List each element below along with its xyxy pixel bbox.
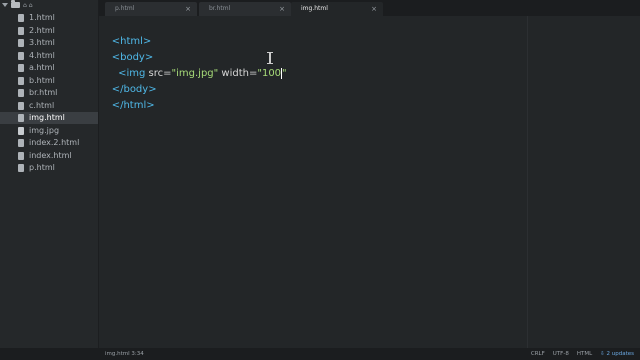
file-name: 1.html — [29, 13, 55, 22]
file-item-br-html[interactable]: br.html — [0, 87, 98, 99]
status-left: img.html 3:34 — [105, 348, 144, 360]
file-name: img.jpg — [29, 125, 60, 135]
tab-bar: p.html × br.html × img.html × — [99, 0, 640, 16]
tab-p-html[interactable]: p.html × — [105, 2, 197, 16]
tab-label: p.html — [115, 5, 135, 12]
file-item-3-html[interactable]: 3.html — [0, 37, 98, 49]
project-name: ⌂ ⌂ — [23, 1, 33, 9]
code-line: <img src="img.jpg" width="100" — [99, 50, 287, 79]
tab-br-html[interactable]: br.html × — [199, 2, 291, 16]
file-icon — [18, 76, 24, 85]
file-item-img-html[interactable]: img.html — [0, 112, 98, 124]
bracket: </ — [111, 100, 124, 111]
code-line: <html> — [99, 18, 152, 47]
file-item-img-jpg[interactable]: img.jpg — [0, 125, 98, 137]
file-icon — [18, 26, 24, 35]
grammar-selector[interactable]: HTML — [577, 348, 592, 360]
file-name: b.html — [29, 75, 55, 85]
file-icon — [18, 164, 24, 172]
tab-img-html[interactable]: img.html × — [291, 2, 383, 16]
file-name: 4.html — [29, 50, 55, 60]
tab-label: img.html — [301, 5, 328, 12]
status-bar: img.html 3:34 CRLF UTF-8 HTML ⇩ 2 update… — [0, 348, 640, 360]
attribute-value: "100 — [257, 68, 282, 79]
code-line: </html> — [99, 82, 155, 111]
updates-indicator[interactable]: ⇩ 2 updates — [600, 348, 634, 360]
file-item-a-html[interactable]: a.html — [0, 62, 98, 74]
wrap-guide — [527, 16, 528, 348]
folder-icon — [11, 0, 20, 8]
code-line: <body> — [99, 34, 154, 63]
image-file-icon — [18, 126, 24, 135]
file-icon — [18, 151, 24, 160]
mouse-ibeam-icon — [267, 52, 273, 64]
file-name: index.html — [29, 150, 72, 160]
collapse-arrow-icon[interactable] — [2, 3, 8, 7]
file-icon — [18, 101, 24, 110]
close-icon[interactable]: × — [279, 2, 285, 16]
file-name: 2.html — [29, 25, 55, 35]
file-item-1-html[interactable]: 1.html — [0, 12, 98, 24]
file-name: p.html — [29, 163, 55, 172]
tag-name: html — [123, 100, 147, 111]
file-item-index-2-html[interactable]: index.2.html — [0, 137, 98, 149]
tree-view: ⌂ ⌂ 1.html 2.html 3.html 4.html a.html b… — [0, 0, 99, 360]
status-file-name[interactable]: img.html — [105, 351, 130, 357]
tab-label: br.html — [209, 5, 231, 12]
project-root[interactable]: ⌂ ⌂ — [2, 0, 33, 10]
attribute-value: "img.jpg" — [171, 68, 219, 79]
file-icon — [18, 114, 24, 122]
file-name: 3.html — [29, 38, 55, 47]
cursor-position[interactable]: 3:34 — [131, 351, 143, 357]
file-name: br.html — [29, 88, 58, 97]
file-item-p-html[interactable]: p.html — [0, 162, 98, 174]
code-line: </body> — [99, 66, 157, 95]
file-icon — [18, 51, 24, 60]
close-icon[interactable]: × — [371, 2, 377, 16]
code-editor[interactable]: <html> <body> <img src="img.jpg" width="… — [99, 16, 640, 348]
bracket: > — [146, 100, 155, 111]
file-name: index.2.html — [29, 138, 80, 147]
file-item-b-html[interactable]: b.html — [0, 75, 98, 87]
line-ending-selector[interactable]: CRLF — [531, 348, 545, 360]
encoding-selector[interactable]: UTF-8 — [553, 348, 569, 360]
file-name: img.html — [29, 113, 65, 122]
file-item-2-html[interactable]: 2.html — [0, 25, 98, 37]
attribute-value: " — [282, 68, 287, 79]
file-icon — [18, 64, 24, 72]
status-right: CRLF UTF-8 HTML ⇩ 2 updates — [531, 348, 634, 360]
file-name: a.html — [29, 63, 55, 72]
close-icon[interactable]: × — [185, 2, 191, 16]
file-icon — [18, 89, 24, 97]
file-icon — [18, 39, 24, 47]
file-item-c-html[interactable]: c.html — [0, 100, 98, 112]
file-icon — [18, 14, 24, 22]
file-name: c.html — [29, 100, 55, 110]
file-item-index-html[interactable]: index.html — [0, 150, 98, 162]
attribute-name: width= — [218, 68, 258, 79]
file-item-4-html[interactable]: 4.html — [0, 50, 98, 62]
file-icon — [18, 139, 24, 147]
